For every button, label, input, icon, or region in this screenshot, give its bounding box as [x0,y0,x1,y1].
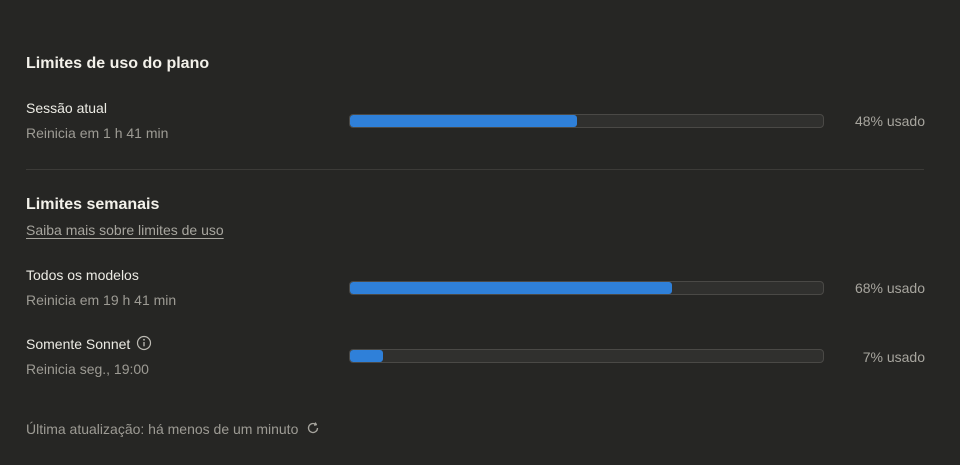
weekly-limits-title: Limites semanais [26,196,160,213]
all-models-percent: 68% usado [854,280,925,296]
all-models-reset: Reinicia em 19 h 41 min [26,292,177,308]
sonnet-only-progress-bar [349,349,824,363]
all-models-label: Todos os modelos [26,267,139,283]
current-session-progress-fill [350,115,578,127]
sonnet-only-label: Somente Sonnet [26,336,131,352]
last-update-row: Última atualização: há menos de um minut… [26,421,320,438]
current-session-label: Sessão atual [26,100,107,116]
learn-more-link[interactable]: Saiba mais sobre limites de uso [26,222,224,238]
plan-limits-title: Limites de uso do plano [26,55,210,72]
usage-limits-panel: Limites de uso do plano Sessão atual Rei… [0,0,960,465]
current-session-percent: 48% usado [854,113,925,129]
sonnet-only-percent: 7% usado [862,349,925,365]
all-models-progress-fill [350,282,672,294]
section-divider [26,169,924,170]
current-session-progress-bar [349,114,824,128]
sonnet-only-row-label: Somente Sonnet [26,335,152,354]
all-models-progress-bar [349,281,824,295]
refresh-icon[interactable] [306,421,320,438]
current-session-reset: Reinicia em 1 h 41 min [26,125,169,141]
info-icon[interactable] [136,335,152,354]
last-update-text: Última atualização: há menos de um minut… [26,421,299,437]
sonnet-only-reset: Reinicia seg., 19:00 [26,361,149,377]
sonnet-only-progress-fill [350,350,384,362]
